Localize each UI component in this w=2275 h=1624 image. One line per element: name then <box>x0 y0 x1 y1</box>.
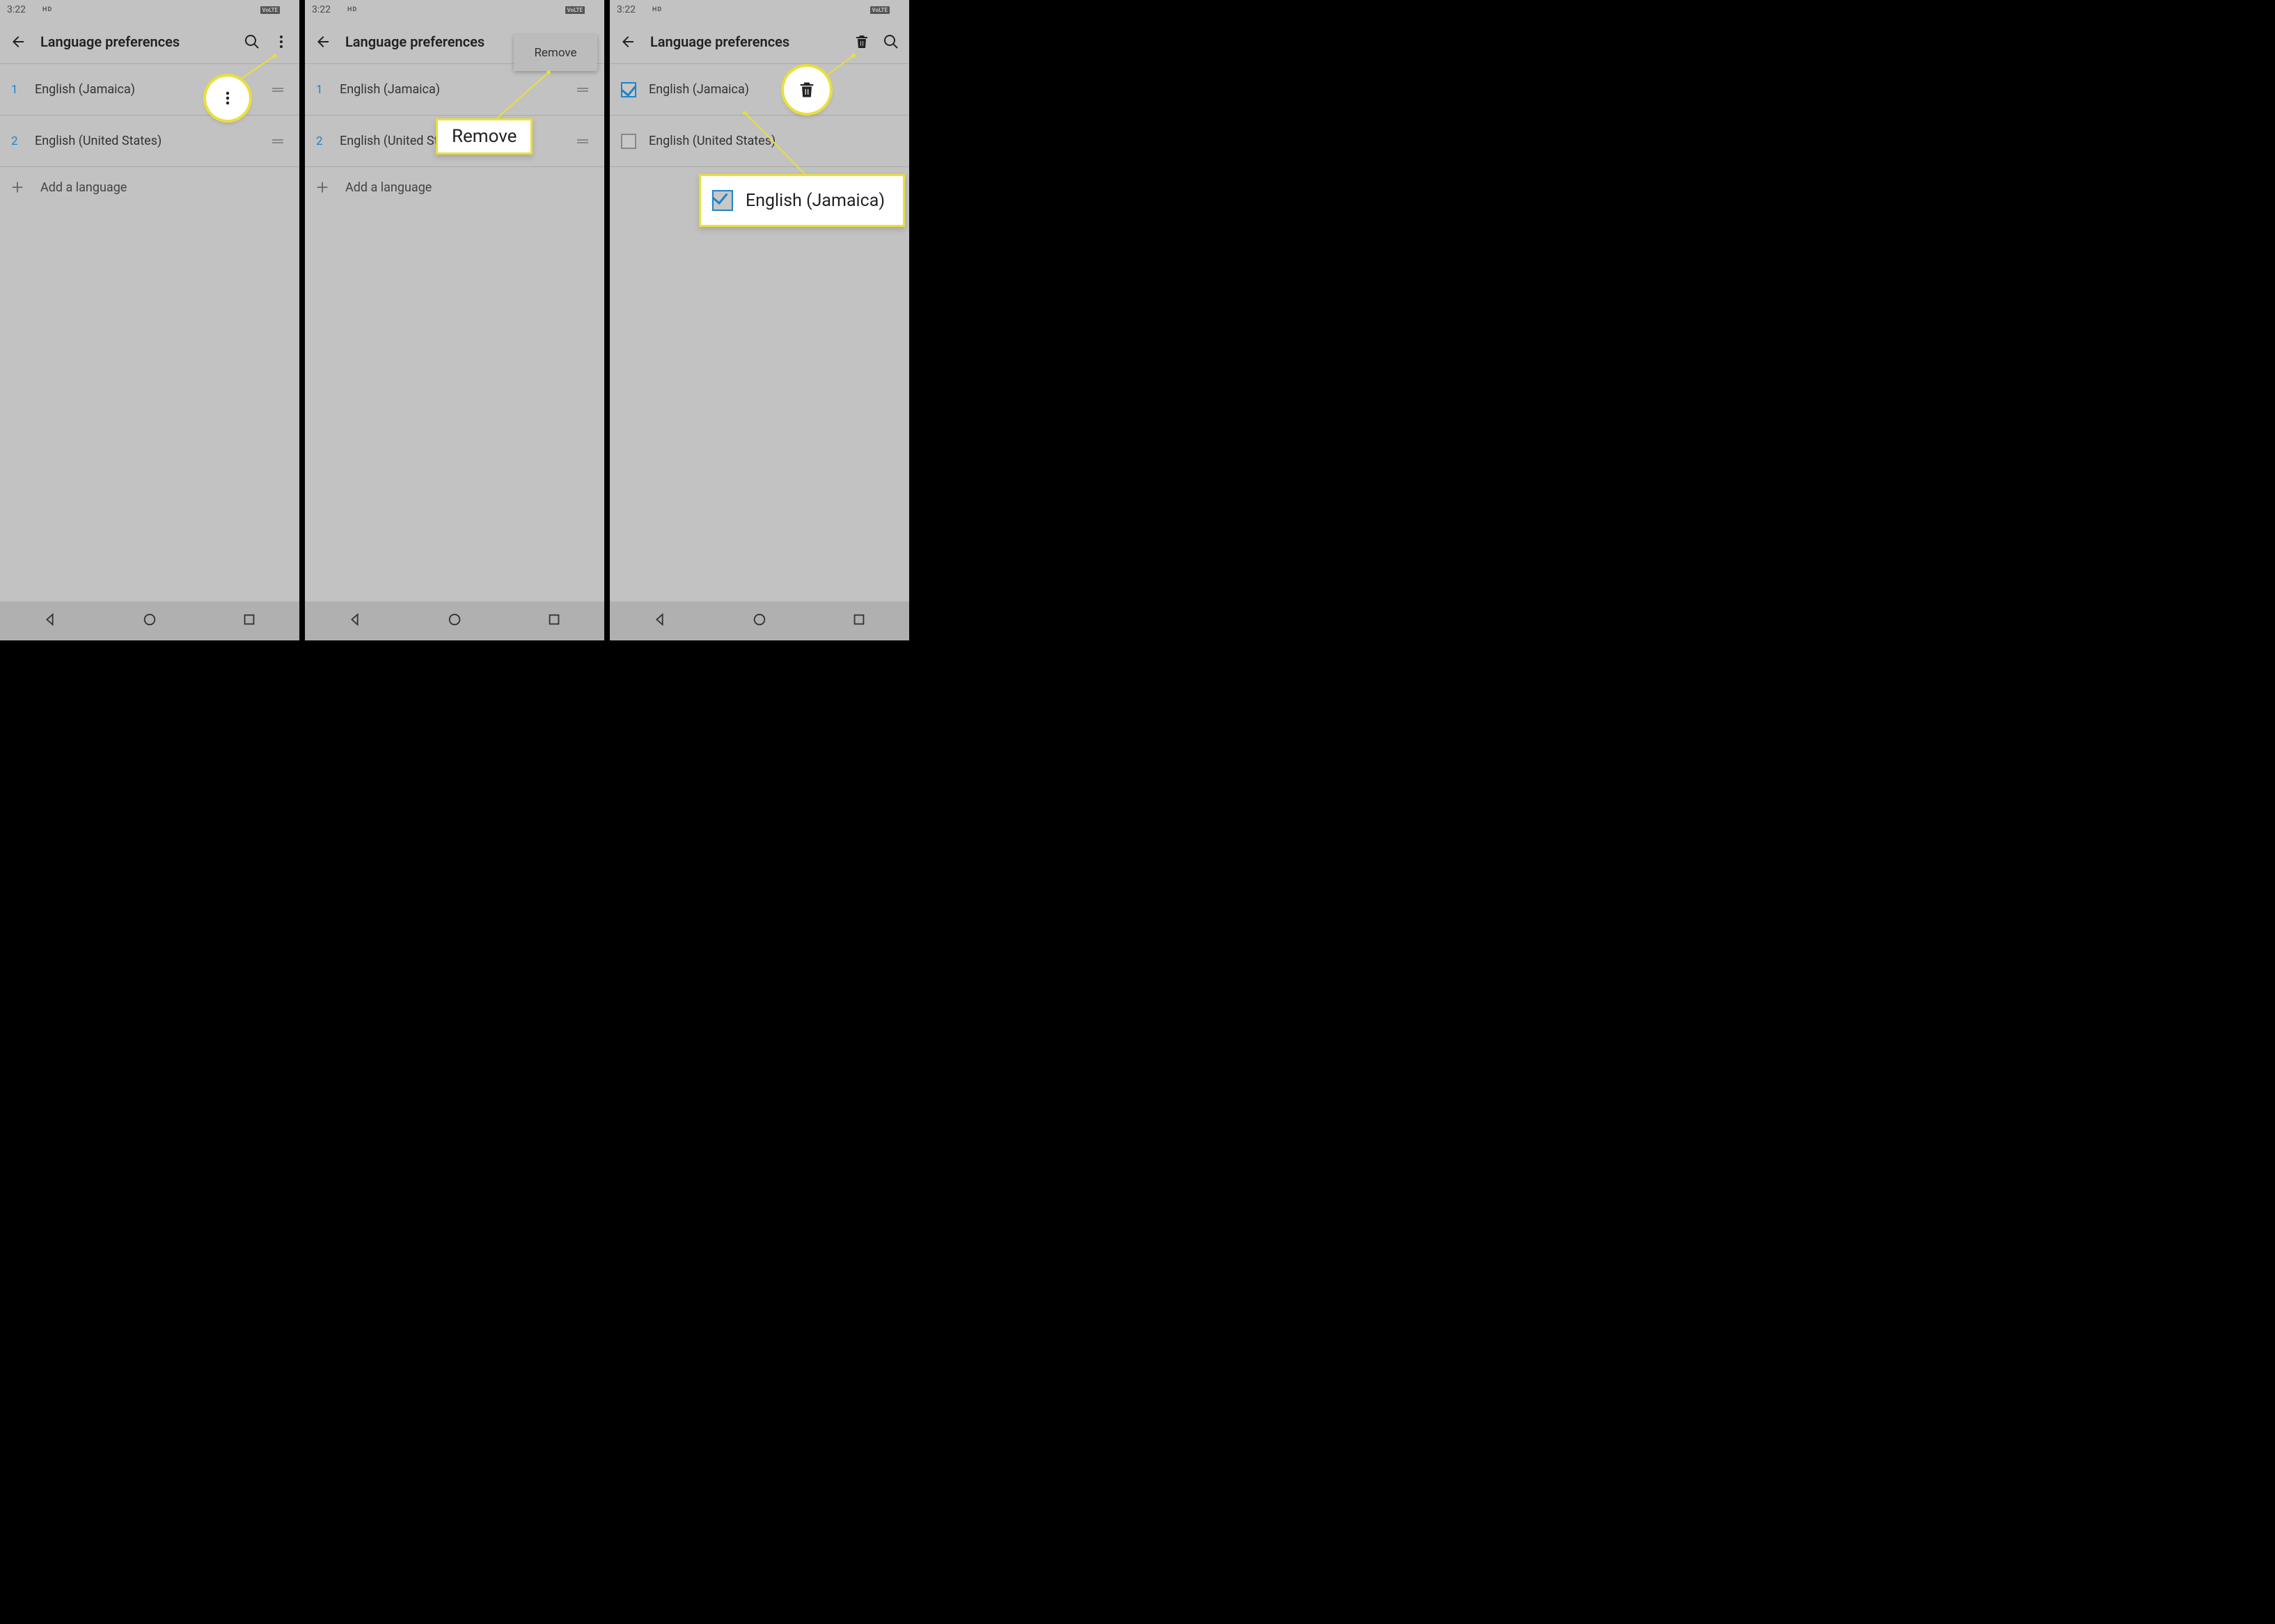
callout-more-button <box>206 77 249 120</box>
plus-icon <box>315 180 330 195</box>
more-button[interactable] <box>267 28 295 56</box>
row-index: 1 <box>11 83 35 97</box>
plus-icon <box>10 180 25 195</box>
nav-recent[interactable] <box>546 612 562 630</box>
menu-popup: Remove <box>514 35 597 71</box>
status-time: 3:22 <box>617 4 636 15</box>
hd-icon: HD <box>42 6 52 13</box>
add-language-label: Add a language <box>40 180 127 195</box>
language-row[interactable]: 2 English (United States) <box>0 116 299 167</box>
volte-badge: VoLTE <box>870 6 890 14</box>
drag-icon <box>576 138 590 145</box>
row-index: 2 <box>316 134 340 148</box>
drag-icon <box>271 138 285 145</box>
drag-handle[interactable] <box>267 138 288 145</box>
search-button[interactable] <box>238 28 266 56</box>
checkbox[interactable] <box>621 82 636 97</box>
trash-icon <box>797 80 817 100</box>
hd-icon: HD <box>652 6 662 13</box>
row-index: 1 <box>316 83 340 97</box>
more-vert-icon <box>273 33 290 50</box>
delete-button[interactable] <box>848 28 876 56</box>
back-button[interactable] <box>614 28 642 56</box>
search-button[interactable] <box>877 28 905 56</box>
add-language-button[interactable]: Add a language <box>0 167 299 207</box>
arrow-left-icon <box>315 33 331 50</box>
drag-icon <box>576 86 590 93</box>
add-language-label: Add a language <box>345 180 432 195</box>
drag-handle[interactable] <box>572 86 593 93</box>
nav-home[interactable] <box>142 612 157 630</box>
status-time: 3:22 <box>7 4 26 15</box>
page-title: Language preferences <box>40 33 237 50</box>
status-time: 3:22 <box>312 4 331 15</box>
nav-back[interactable] <box>42 612 58 630</box>
callout-selected-language: English (Jamaica) <box>699 174 905 227</box>
callout-remove-label: Remove <box>452 126 517 147</box>
more-vert-icon <box>219 90 236 107</box>
screen-b: 3:22 HD VoLTE Language preferences Remov… <box>305 0 604 640</box>
volte-badge: VoLTE <box>565 6 585 14</box>
screen-c: 3:22 HD VoLTE Language preferences <box>610 0 909 640</box>
menu-item-remove[interactable]: Remove <box>534 46 576 60</box>
checkbox-icon <box>712 190 733 211</box>
row-index: 2 <box>11 134 35 148</box>
nav-back[interactable] <box>652 612 668 630</box>
row-label: English (United States) <box>35 134 267 148</box>
screen-a: 3:22 HD VoLTE Language preferences <box>0 0 299 640</box>
nav-bar <box>0 601 299 640</box>
language-row[interactable]: 1 English (Jamaica) <box>305 64 604 116</box>
arrow-left-icon <box>620 33 636 50</box>
callout-remove: Remove <box>436 118 533 155</box>
hd-icon: HD <box>347 6 357 13</box>
page-title: Language preferences <box>650 33 847 50</box>
search-icon <box>883 33 899 50</box>
back-button[interactable] <box>309 28 337 56</box>
nav-recent[interactable] <box>851 612 867 630</box>
add-language-button[interactable]: Add a language <box>305 167 604 207</box>
language-row[interactable]: English (Jamaica) <box>610 64 909 116</box>
nav-home[interactable] <box>447 612 462 630</box>
callout-item-label: English (Jamaica) <box>746 191 885 211</box>
arrow-left-icon <box>10 33 26 50</box>
status-bar: 3:22 HD VoLTE <box>305 0 604 19</box>
status-bar: 3:22 HD VoLTE <box>0 0 299 19</box>
nav-bar <box>305 601 604 640</box>
callout-delete-button <box>784 67 830 113</box>
drag-handle[interactable] <box>572 138 593 145</box>
nav-bar <box>610 601 909 640</box>
nav-back[interactable] <box>347 612 363 630</box>
nav-recent[interactable] <box>242 612 257 630</box>
row-label: English (Jamaica) <box>649 82 898 97</box>
toolbar: Language preferences <box>610 19 909 64</box>
search-icon <box>244 33 260 50</box>
back-button[interactable] <box>4 28 32 56</box>
checkbox[interactable] <box>621 134 636 149</box>
nav-home[interactable] <box>752 612 767 630</box>
status-bar: 3:22 HD VoLTE <box>610 0 909 19</box>
volte-badge: VoLTE <box>260 6 280 14</box>
trash-icon <box>853 33 870 50</box>
